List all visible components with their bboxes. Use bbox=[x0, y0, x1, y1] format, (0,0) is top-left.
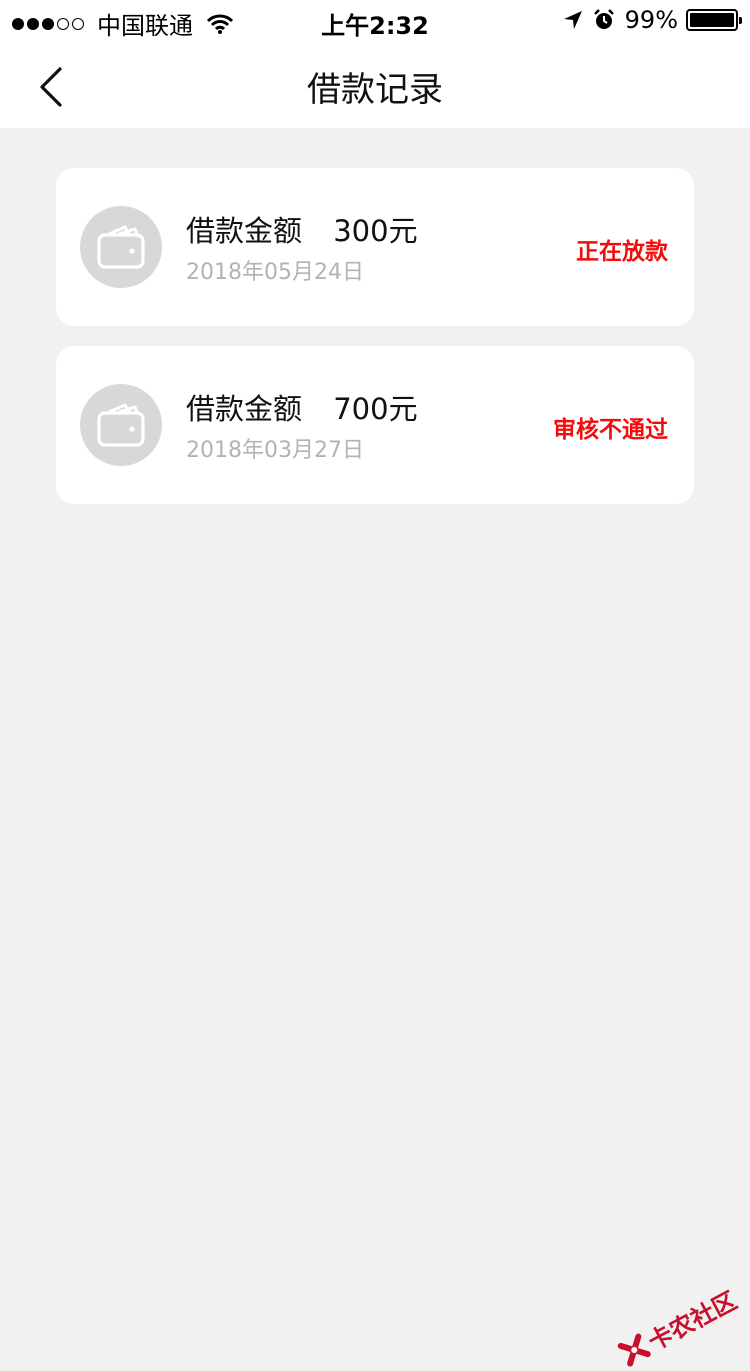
loan-amount-label: 借款金额 bbox=[186, 214, 303, 248]
status-bar: 中国联通 上午2:32 99% bbox=[0, 0, 750, 40]
location-arrow-icon bbox=[563, 11, 582, 29]
loan-date: 2018年05月24日 bbox=[186, 260, 364, 285]
battery-icon bbox=[686, 9, 742, 31]
watermark: 卡农社区 bbox=[614, 1281, 742, 1371]
loan-status: 审核不通过 bbox=[553, 417, 668, 443]
loan-date: 2018年03月27日 bbox=[186, 438, 364, 463]
wallet-icon bbox=[97, 403, 145, 447]
loan-record-card[interactable]: 借款金额 300元 2018年05月24日 正在放款 bbox=[56, 168, 694, 326]
wallet-icon bbox=[97, 225, 145, 269]
loan-amount-value: 700元 bbox=[333, 392, 418, 426]
battery-percent: 99% bbox=[624, 6, 678, 34]
loan-amount-row: 借款金额 700元 bbox=[186, 386, 418, 428]
wallet-avatar bbox=[80, 206, 162, 288]
wallet-avatar bbox=[80, 384, 162, 466]
alarm-icon bbox=[593, 9, 614, 29]
loan-amount-value: 300元 bbox=[333, 214, 418, 248]
loan-amount-label: 借款金额 bbox=[186, 392, 303, 426]
navigation-bar: 借款记录 bbox=[0, 40, 750, 128]
battery-tip bbox=[739, 17, 742, 24]
status-bar-right: 99% bbox=[563, 6, 742, 34]
battery-level bbox=[690, 13, 734, 27]
loan-status: 正在放款 bbox=[576, 239, 668, 265]
loan-amount-row: 借款金额 300元 bbox=[186, 208, 418, 250]
loan-record-list: 借款金额 300元 2018年05月24日 正在放款 借款金额 700元 201… bbox=[56, 168, 694, 524]
loan-record-card[interactable]: 借款金额 700元 2018年03月27日 审核不通过 bbox=[56, 346, 694, 504]
page-title: 借款记录 bbox=[307, 70, 443, 110]
watermark-text: 卡农社区 bbox=[643, 1286, 742, 1357]
